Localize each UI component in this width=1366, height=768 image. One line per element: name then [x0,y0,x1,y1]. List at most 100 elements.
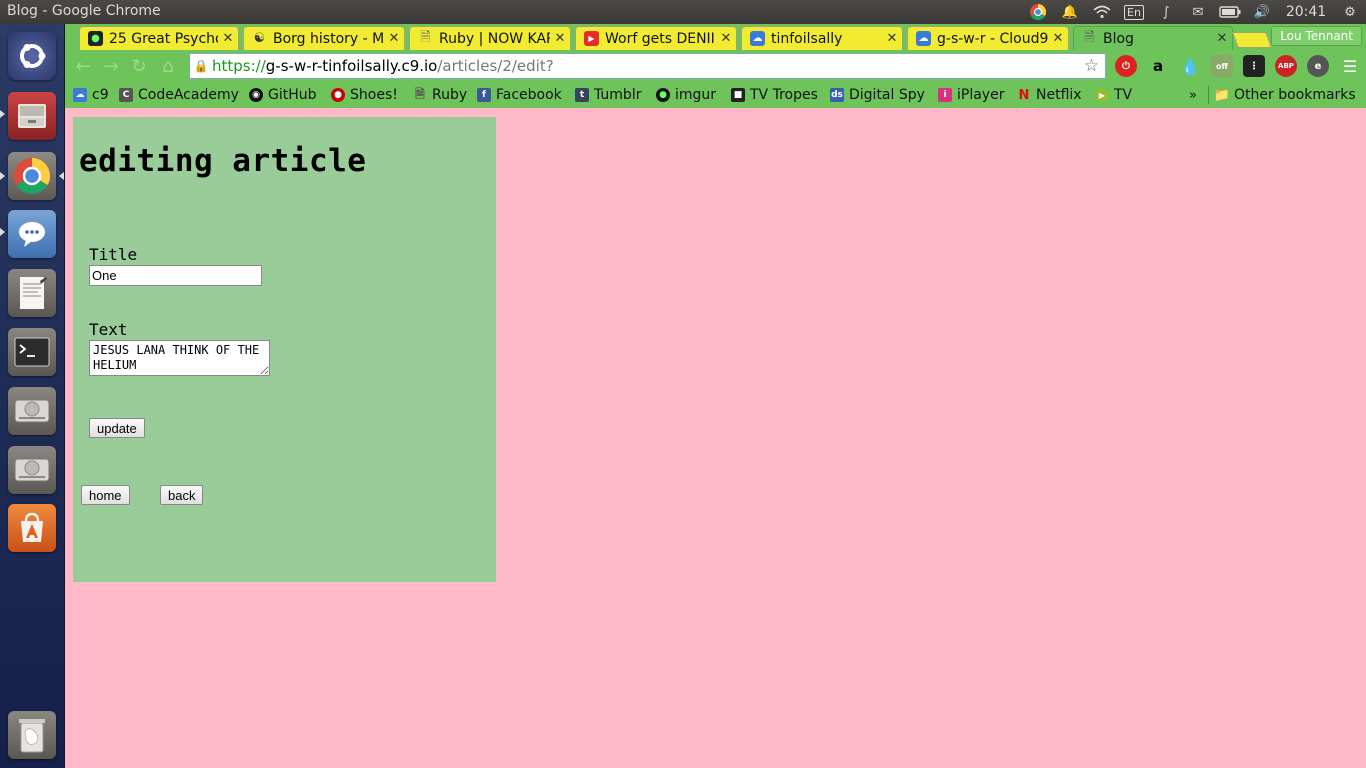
close-icon[interactable]: ✕ [550,31,570,46]
trash-icon [8,711,56,759]
bookmark-tv-tropes[interactable]: ■ TV Tropes [731,84,818,106]
close-icon[interactable]: ✕ [1048,31,1068,46]
drive-icon [8,387,56,435]
page-title: editing article [79,143,367,179]
document-icon: 🗎 [1084,29,1095,45]
tab-strip: ● 25 Great Psychol ✕ ☯ Borg history - Me… [65,24,1366,50]
bookmark-github[interactable]: ◉ GitHub [249,84,317,106]
digital-spy-icon: ds [830,88,844,102]
bookmark-imgur[interactable]: ● imgur [656,84,716,106]
close-icon[interactable]: ✕ [384,31,404,46]
update-button[interactable]: update [89,418,145,438]
close-icon[interactable]: ✕ [716,31,736,46]
launcher-drive[interactable] [6,444,58,496]
bookmark-shoes[interactable]: ● Shoes! [331,84,398,106]
bookmark-star-icon[interactable]: ☆ [1084,56,1099,76]
mail-icon[interactable]: ✉ [1182,0,1214,24]
address-bar[interactable]: 🔒 https://g-s-w-r-tinfoilsally.c9.io/art… [189,53,1106,79]
bookmarks-overflow-chevron[interactable]: » [1189,84,1197,106]
forward-arrow-icon[interactable]: → [99,54,123,78]
empathy-icon [8,210,56,258]
back-button[interactable]: back [160,485,204,505]
launcher-drive[interactable] [6,385,58,437]
profile-button[interactable]: Lou Tennant [1271,26,1362,46]
bookmark-digital-spy[interactable]: ds Digital Spy [830,84,925,106]
tab-g-s-w-r-cloud9[interactable]: ☁ g-s-w-r - Cloud9 ✕ [907,26,1069,50]
indicator-area: 🔔 En ∫ ✉ 🔊 20:41 ⚙ [1022,0,1366,24]
chrome-indicator-icon[interactable] [1022,0,1054,24]
tab-tinfoilsally[interactable]: ☁ tinfoilsally ✕ [741,26,903,50]
adblock-plus-icon[interactable]: ABP [1275,55,1297,77]
close-icon[interactable]: ✕ [882,31,902,46]
launcher-empathy[interactable] [6,208,58,260]
bookmarks-divider [1208,86,1209,104]
drop-icon[interactable]: 💧 [1179,55,1201,77]
tab-25-great-psychol[interactable]: ● 25 Great Psychol ✕ [79,26,239,50]
running-indicator [0,228,5,236]
bookmark-facebook[interactable]: f Facebook [477,84,562,106]
clock[interactable]: 20:41 [1278,0,1334,24]
files-icon [8,92,56,140]
blackberry-icon[interactable]: ⋮ [1243,55,1265,77]
cloud9-icon: ☁ [750,31,765,46]
ubuntu-logo-icon [8,32,56,80]
launcher-software-center[interactable] [6,502,58,554]
battery-icon[interactable] [1214,0,1246,24]
bookmark-codeacademy[interactable]: C CodeAcademy [119,84,239,106]
launcher-terminal[interactable] [6,326,58,378]
text-input[interactable]: JESUS LANA THINK OF THE HELIUM [89,340,270,376]
running-indicator [0,110,5,118]
tumblr-icon: t [575,88,589,102]
bookmark-c9[interactable]: ☁ c9 [73,84,109,106]
title-input[interactable] [89,265,262,286]
new-tab-button[interactable] [1232,32,1272,48]
dash-button[interactable] [6,30,58,82]
tab-ruby-now-kar[interactable]: 🗎 Ruby | NOW KAR ✕ [409,26,571,50]
extension-off-icon[interactable]: off [1211,55,1233,77]
chrome-icon [8,152,56,200]
wifi-icon[interactable] [1086,0,1118,24]
other-bookmarks[interactable]: 📁 Other bookmarks [1214,84,1356,106]
iplayer-icon: i [938,88,952,102]
bookmark-tv[interactable]: ▶ TV [1095,84,1132,106]
launcher-trash[interactable] [6,709,58,761]
home-icon[interactable]: ⌂ [156,54,180,78]
browser-toolbar: ← → ↻ ⌂ 🔒 https://g-s-w-r-tinfoilsally.c… [65,50,1366,82]
tab-worf-gets-denied[interactable]: ▶ Worf gets DENII ✕ [575,26,737,50]
github-icon: ◉ [249,88,263,102]
launcher-chrome[interactable] [6,150,58,202]
back-arrow-icon[interactable]: ← [71,54,95,78]
volume-icon[interactable]: 🔊 [1246,0,1278,24]
top-panel: Blog - Google Chrome 🔔 En ∫ ✉ 🔊 20:41 ⚙ [0,0,1366,24]
close-icon[interactable]: ✕ [1212,31,1232,46]
youtube-icon: ▶ [584,31,599,46]
bookmark-iplayer[interactable]: i iPlayer [938,84,1004,106]
browser-window: ● 25 Great Psychol ✕ ☯ Borg history - Me… [65,24,1366,166]
lock-icon: 🔒 [193,59,209,73]
document-icon: 🗎 [420,29,431,45]
extension-stop-icon[interactable]: ⏻ [1115,55,1137,77]
focused-indicator [59,172,64,180]
amazon-icon[interactable]: a [1147,55,1169,77]
bookmarks-bar: ☁ c9 C CodeAcademy ◉ GitHub ● Shoes! 🗎 Ruby f… [65,82,1366,166]
home-button[interactable]: home [81,485,130,505]
keyboard-language-indicator[interactable]: En [1118,0,1150,24]
bookmark-tumblr[interactable]: t Tumblr [575,84,641,106]
bookmark-ruby[interactable]: 🗎 Ruby [413,84,467,106]
menu-icon[interactable]: ☰ [1339,55,1361,77]
bluetooth-icon[interactable]: ∫ [1150,0,1182,24]
cloud9-icon: ☁ [916,31,931,46]
codeacademy-icon: C [119,88,133,102]
close-icon[interactable]: ✕ [218,31,238,46]
text-label: Text [89,320,128,339]
launcher-text-editor[interactable] [6,267,58,319]
launcher [0,24,65,768]
launcher-files[interactable] [6,90,58,142]
notification-icon[interactable]: 🔔 [1054,0,1086,24]
tab-borg-history[interactable]: ☯ Borg history - Me ✕ [243,26,405,50]
tab-blog[interactable]: 🗎 Blog ✕ [1073,26,1233,50]
reload-icon[interactable]: ↻ [127,54,151,78]
ghostery-icon[interactable]: e [1307,55,1329,77]
bookmark-netflix[interactable]: N Netflix [1017,84,1082,106]
gear-icon[interactable]: ⚙ [1334,0,1366,24]
